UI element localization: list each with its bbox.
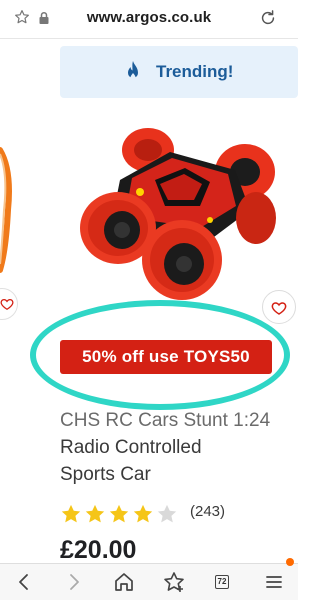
product-title[interactable]: CHS RC Cars Stunt 1:24 Radio Controlled … [60,408,300,494]
star-filled-icon [133,504,153,523]
home-icon[interactable] [112,570,136,594]
address-bar[interactable]: www.argos.co.uk [0,0,298,38]
reload-icon[interactable] [258,8,278,28]
promo-highlight-circle [30,300,290,410]
previous-product-image[interactable] [0,130,14,290]
bookmarks-star-icon[interactable] [162,570,186,594]
product-title-line: Sports Car [60,464,151,485]
review-count[interactable]: (243) [190,503,225,520]
heart-icon [0,298,14,311]
forward-arrow-icon[interactable] [62,570,86,594]
trending-banner[interactable]: Trending! [60,46,298,98]
star-filled-icon [109,504,129,523]
back-arrow-icon[interactable] [12,570,36,594]
fire-icon [128,61,138,80]
menu-notification-dot [286,558,294,566]
wishlist-button[interactable] [262,290,296,324]
star-empty-icon [157,504,177,523]
address-bar-divider [0,38,298,39]
tab-count: 72 [215,575,229,589]
product-title-line: CHS RC Cars Stunt 1:24 [60,410,271,431]
heart-icon [271,302,287,315]
star-filled-icon [85,504,105,523]
url-text[interactable]: www.argos.co.uk [0,9,298,26]
product-image[interactable] [60,110,298,310]
product-title-line: Radio Controlled [60,437,202,458]
trending-label: Trending! [156,62,234,81]
star-filled-icon [61,504,81,523]
menu-icon[interactable] [262,570,286,594]
tabs-button[interactable]: 72 [210,570,234,594]
product-price: £20.00 [60,536,137,564]
previous-product-wishlist-button[interactable] [0,288,18,320]
browser-toolbar: 72 [0,563,298,600]
